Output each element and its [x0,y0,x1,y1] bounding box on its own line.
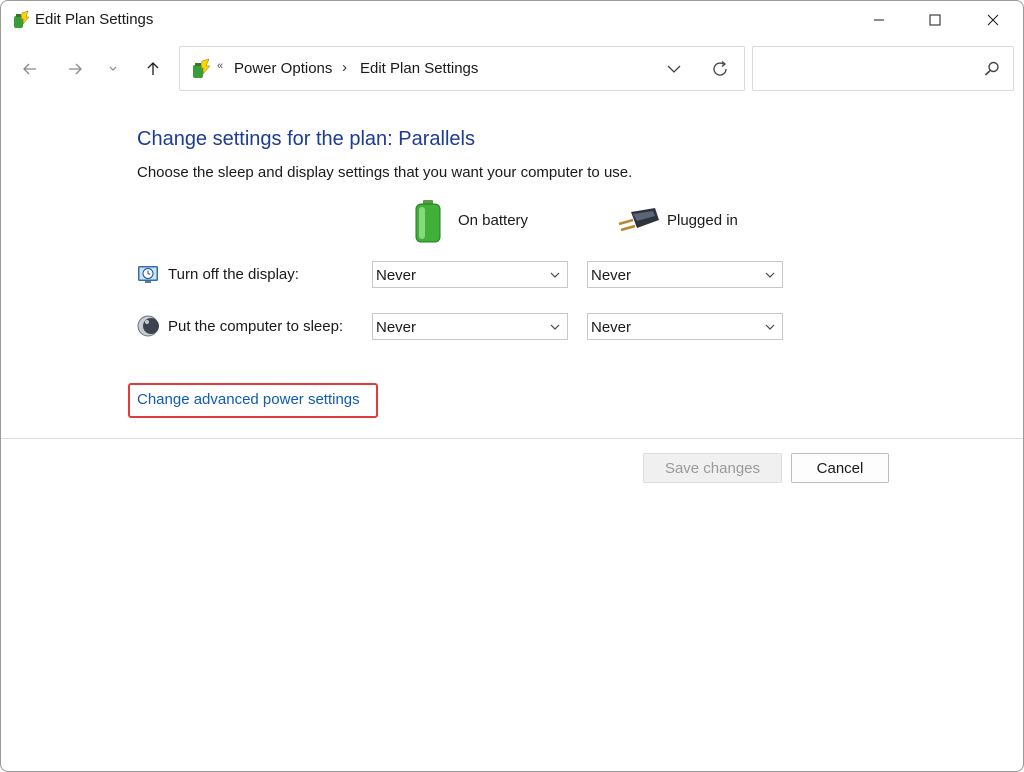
refresh-icon[interactable] [710,59,730,79]
change-advanced-power-settings-link[interactable]: Change advanced power settings [137,391,360,408]
back-button[interactable] [16,55,44,83]
window-title: Edit Plan Settings [35,11,154,28]
address-history-chevron-icon[interactable] [664,60,684,78]
display-plugged-in-select[interactable]: Never [587,261,783,288]
battery-icon [415,200,441,243]
display-on-battery-select[interactable]: Never [372,261,568,288]
cancel-button[interactable]: Cancel [791,453,889,483]
column-on-battery-label: On battery [458,212,529,229]
save-changes-button[interactable]: Save changes [643,453,782,483]
sleep-on-battery-value: Never [376,319,417,336]
display-clock-icon [138,266,158,283]
sleep-plugged-in-select[interactable]: Never [587,313,783,340]
display-plugged-in-value: Never [591,267,632,284]
chevron-down-icon [550,272,560,278]
footer-divider [1,438,1023,439]
moon-icon [137,315,159,337]
display-on-battery-value: Never [376,267,417,284]
power-options-icon [14,10,30,28]
turn-off-display-label: Turn off the display: [168,266,299,283]
arrow-right-icon [69,63,82,75]
page-title: Change settings for the plan: Parallels [137,128,475,150]
forward-button[interactable] [61,55,89,83]
search-icon[interactable] [983,60,1001,78]
address-bar[interactable]: « Power Options › Edit Plan Settings [179,46,745,91]
advanced-link-highlight: Change advanced power settings [128,383,378,418]
chevron-down-icon [109,66,117,71]
breadcrumb-separator[interactable]: › [342,59,347,76]
power-plug-icon [618,208,659,232]
chevron-down-icon [550,324,560,330]
close-icon [987,14,999,26]
sleep-on-battery-select[interactable]: Never [372,313,568,340]
minimize-button[interactable] [850,1,908,39]
breadcrumb-power-options[interactable]: Power Options [234,60,332,77]
address-overflow-separator[interactable]: « [217,60,223,72]
page-description: Choose the sleep and display settings th… [137,164,633,181]
chevron-down-icon [765,324,775,330]
minimize-icon [874,19,884,21]
column-plugged-in-label: Plugged in [667,212,738,229]
arrow-left-icon [23,63,36,75]
power-options-icon [193,58,211,78]
arrow-up-icon [147,62,159,75]
edit-plan-settings-window: Edit Plan Settings « Power Options › Edi… [0,0,1024,772]
recent-locations-button[interactable] [103,55,123,83]
title-bar: Edit Plan Settings [1,1,1023,39]
maximize-button[interactable] [906,1,964,39]
close-button[interactable] [964,1,1022,39]
breadcrumb-edit-plan-settings[interactable]: Edit Plan Settings [360,60,478,77]
maximize-icon [929,14,941,26]
chevron-down-icon [765,272,775,278]
search-box[interactable] [752,46,1014,91]
sleep-plugged-in-value: Never [591,319,632,336]
up-button[interactable] [139,55,167,83]
sleep-label: Put the computer to sleep: [168,318,344,335]
